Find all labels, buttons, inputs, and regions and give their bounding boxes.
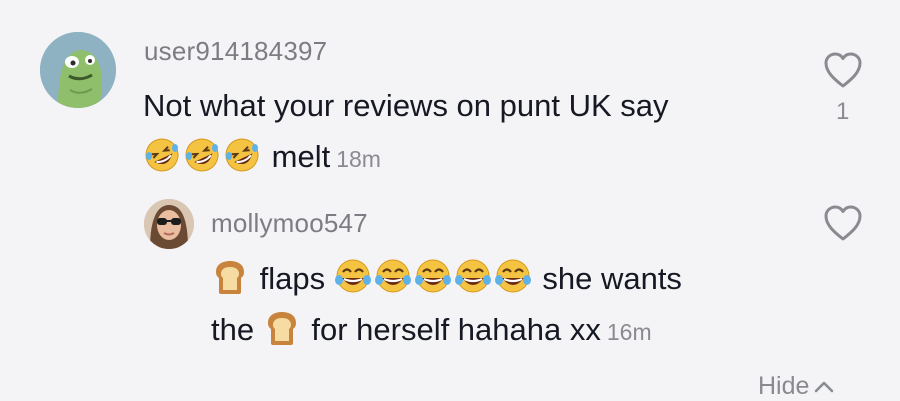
hide-replies-button[interactable]: Hide — [758, 372, 835, 401]
reply-text-the: the — [211, 312, 255, 347]
reply-text-for-herself: for herself hahaha xx — [311, 312, 601, 347]
reply-text-flaps: flaps — [259, 261, 326, 296]
comment-username[interactable]: user914184397 — [144, 36, 327, 67]
comment-text-line: Not what your reviews on punt UK say — [143, 88, 669, 123]
green-monster-avatar-icon — [40, 32, 116, 108]
heart-icon[interactable] — [822, 50, 864, 90]
reply-text-she-wants: she wants — [542, 261, 682, 296]
bread-emoji-icon — [263, 309, 301, 347]
reply-username[interactable]: mollymoo547 — [211, 208, 368, 239]
comment-text-melt: melt — [271, 139, 331, 174]
bread-emoji-icon — [211, 258, 249, 296]
joy-emoji-icon — [334, 258, 372, 296]
heart-icon[interactable] — [822, 203, 864, 243]
reply-timestamp: 16m — [606, 319, 652, 345]
joy-emoji-icon — [414, 258, 452, 296]
joy-emoji-icon — [374, 258, 412, 296]
user-photo-avatar-icon — [144, 199, 194, 249]
avatar[interactable] — [40, 32, 116, 108]
reply-text-line: flaps she wants — [211, 258, 682, 298]
rofl-emoji-icon — [183, 136, 221, 174]
comment-timestamp: 18m — [336, 146, 381, 172]
rofl-emoji-icon — [143, 136, 181, 174]
avatar[interactable] — [144, 199, 194, 249]
like-count: 1 — [836, 98, 850, 125]
chevron-up-icon — [815, 381, 834, 393]
rofl-emoji-icon — [223, 136, 261, 174]
joy-emoji-icon — [494, 258, 532, 296]
joy-emoji-icon — [454, 258, 492, 296]
comment-text-line: melt 18m — [143, 136, 381, 178]
reply-text-line: the for herself hahaha xx 16m — [211, 309, 652, 351]
